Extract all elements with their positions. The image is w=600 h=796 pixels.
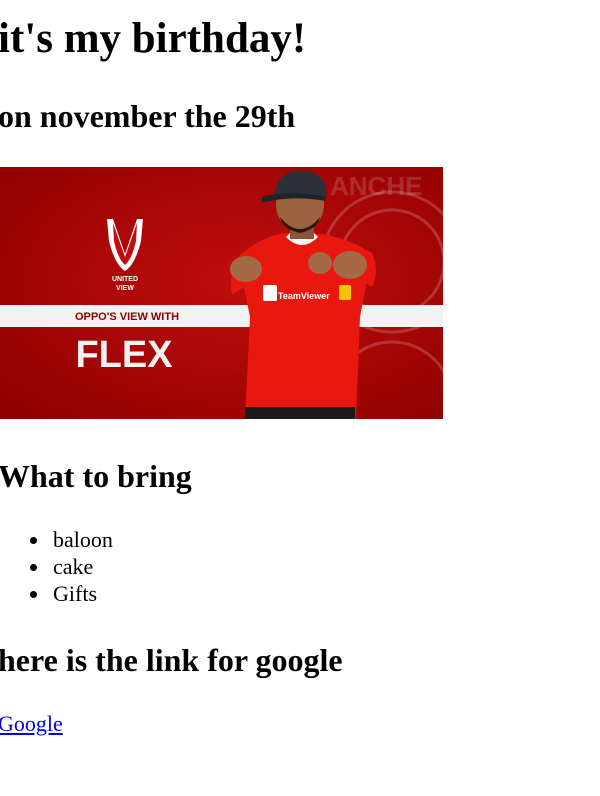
what-to-bring-heading: What to bring bbox=[0, 458, 192, 494]
list-item: cake bbox=[0, 551, 300, 579]
banner-background bbox=[0, 167, 443, 419]
birthday-banner-image: ANCHE UNITED VIEW OPPO'S VIEW WITH FLEX bbox=[0, 167, 443, 419]
left-hand bbox=[230, 256, 262, 282]
banner-strip bbox=[0, 305, 443, 327]
google-link-heading: here is the link for google bbox=[0, 642, 343, 678]
banner-strip-text: OPPO'S VIEW WITH bbox=[75, 311, 179, 323]
crest-watermark-text: ANCHE bbox=[330, 171, 422, 201]
page-subtitle: on november the 29th bbox=[0, 98, 296, 134]
shirt-sponsor-text: TeamViewer bbox=[278, 291, 330, 301]
list-item: Gifts bbox=[0, 578, 300, 606]
bring-list: baloon cake Gifts bbox=[0, 524, 300, 606]
list-item: baloon bbox=[0, 524, 300, 552]
page-title: it's my birthday! bbox=[0, 15, 307, 62]
google-link[interactable]: Google bbox=[0, 708, 63, 740]
banner-big-text: FLEX bbox=[75, 334, 173, 376]
logo-text-united: UNITED bbox=[112, 276, 138, 283]
logo-text-view: VIEW bbox=[116, 285, 134, 292]
right-hand bbox=[333, 251, 367, 279]
